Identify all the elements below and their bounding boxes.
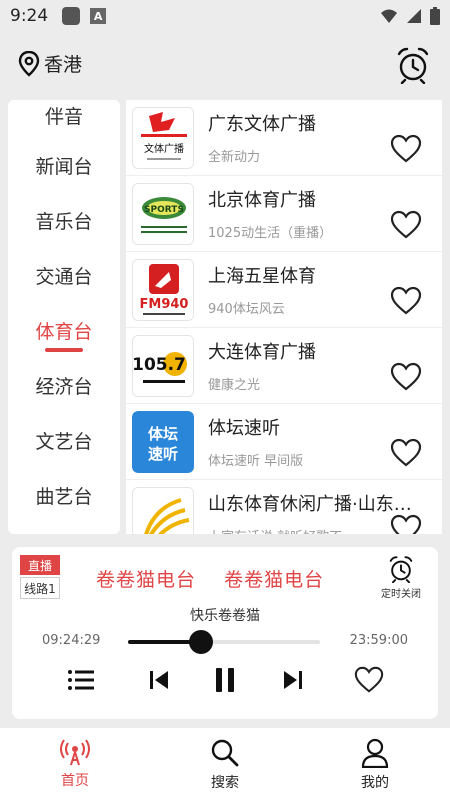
progress-track[interactable] [128,640,320,644]
nav-search[interactable]: 搜索 [150,728,300,800]
current-time: 09:24:29 [42,633,101,648]
shandong-sports-logo [132,486,194,534]
category-item-quyi[interactable]: 曲艺台 [8,468,120,523]
status-bar: 9:24 A [0,0,450,32]
category-item-banyin[interactable]: 伴音 [8,100,120,138]
progress-knob[interactable] [188,630,213,654]
sleep-timer-button[interactable]: 定时关闭 [376,555,426,600]
svg-text:SPORTS: SPORTS [144,205,184,215]
category-item-arts[interactable]: 文艺台 [8,413,120,468]
pause-icon[interactable] [210,665,240,695]
station-name: 上海五星体育 [208,266,316,287]
svg-text:FM940: FM940 [140,297,189,312]
station-subtitle: 健康之光 [208,378,261,393]
beijing-sports-logo: SPORTS [132,182,194,245]
mini-player: 直播 线路1 卷卷猫电台 卷卷猫电台 定时关闭 快乐卷卷猫 09:24:29 2… [12,547,438,719]
alarm-clock-icon [389,556,413,583]
heart-icon[interactable] [390,286,422,316]
active-indicator [45,348,83,352]
svg-text:速听: 速听 [148,445,178,463]
heart-icon[interactable] [390,438,422,468]
category-item-news[interactable]: 新闻台 [8,138,120,193]
wifi-icon [381,9,397,23]
nav-profile-label: 我的 [361,775,389,791]
category-item-music[interactable]: 音乐台 [8,193,120,248]
previous-icon[interactable] [144,665,174,695]
station-subtitle: 体坛速听 早间版 [208,454,304,469]
station-item[interactable]: 105.7 大连体育广播 健康之光 [126,328,442,404]
category-item-traffic[interactable]: 交通台 [8,248,120,303]
user-icon [361,738,389,768]
app-notification-icon: A [90,8,107,24]
category-item-sports[interactable]: 体育台 [8,303,120,358]
station-subtitle: 1025动生活（重播） [208,226,333,241]
station-item[interactable]: 山东体育休闲广播·山东… 上官有话说 就听好歌不… [126,480,442,534]
heart-icon[interactable] [390,362,422,392]
bottom-nav: 首页 搜索 我的 [0,728,450,800]
top-bar: 香港 [0,44,450,88]
dalian-1057-logo: 105.7 [132,334,194,397]
station-item[interactable]: FM940 上海五星体育 940体坛风云 [126,252,442,328]
category-sidebar: 伴音 新闻台 音乐台 交通台 体育台 经济台 文艺台 曲艺台 [8,100,120,534]
station-subtitle: 上官有话说 就听好歌不… [208,526,418,534]
live-badge: 直播 [20,555,60,575]
heart-icon[interactable] [390,134,422,164]
now-playing-title: 快乐卷卷猫 [190,608,260,624]
guangdong-sports-logo: 文体广播 [132,106,194,169]
nav-home-label: 首页 [61,773,89,789]
station-name: 大连体育广播 [208,342,316,363]
signal-icon [407,9,421,23]
end-time: 23:59:00 [349,633,408,648]
notification-icon [62,7,81,25]
station-item[interactable]: 体坛 速听 体坛速听 体坛速听 早间版 [126,404,442,480]
svg-text:体坛: 体坛 [148,425,178,443]
station-title-marquee: 卷卷猫电台 卷卷猫电台 [96,569,325,591]
timer-label: 定时关闭 [381,589,421,600]
search-icon [211,739,239,767]
category-item-economy[interactable]: 经济台 [8,358,120,413]
station-name: 山东体育休闲广播·山东… [208,494,412,515]
playlist-icon[interactable] [66,665,96,695]
svg-text:105.7: 105.7 [133,355,186,375]
favorite-heart-icon[interactable] [354,665,384,695]
station-name: 北京体育广播 [208,190,316,211]
line-selector[interactable]: 线路1 [20,577,60,599]
alarm-button[interactable] [396,46,430,88]
location-selector[interactable]: 香港 [18,50,82,77]
location-label: 香港 [44,54,83,76]
station-subtitle: 全新动力 [208,150,261,165]
battery-icon [430,7,440,25]
next-icon[interactable] [278,665,308,695]
station-subtitle: 940体坛风云 [208,302,285,317]
nav-home[interactable]: 首页 [0,728,150,800]
nav-search-label: 搜索 [211,775,239,791]
station-item[interactable]: SPORTS 北京体育广播 1025动生活（重播） [126,176,442,252]
heart-icon[interactable] [390,514,422,534]
station-name: 体坛速听 [208,418,280,439]
station-list: 文体广播 广东文体广播 全新动力 SPORTS 北京体育广播 1025动生活（重… [126,100,442,534]
heart-icon[interactable] [390,210,422,240]
status-time: 9:24 [10,6,49,26]
svg-text:文体广播: 文体广播 [144,142,184,155]
nav-profile[interactable]: 我的 [300,728,450,800]
station-name: 广东文体广播 [208,114,316,135]
station-item[interactable]: 文体广播 广东文体广播 全新动力 [126,100,442,176]
radio-broadcast-icon [60,739,90,766]
alarm-clock-icon [397,47,429,85]
location-pin-icon [18,50,40,77]
shanghai-fm940-logo: FM940 [132,258,194,321]
titan-sutng-logo: 体坛 速听 [132,410,194,473]
